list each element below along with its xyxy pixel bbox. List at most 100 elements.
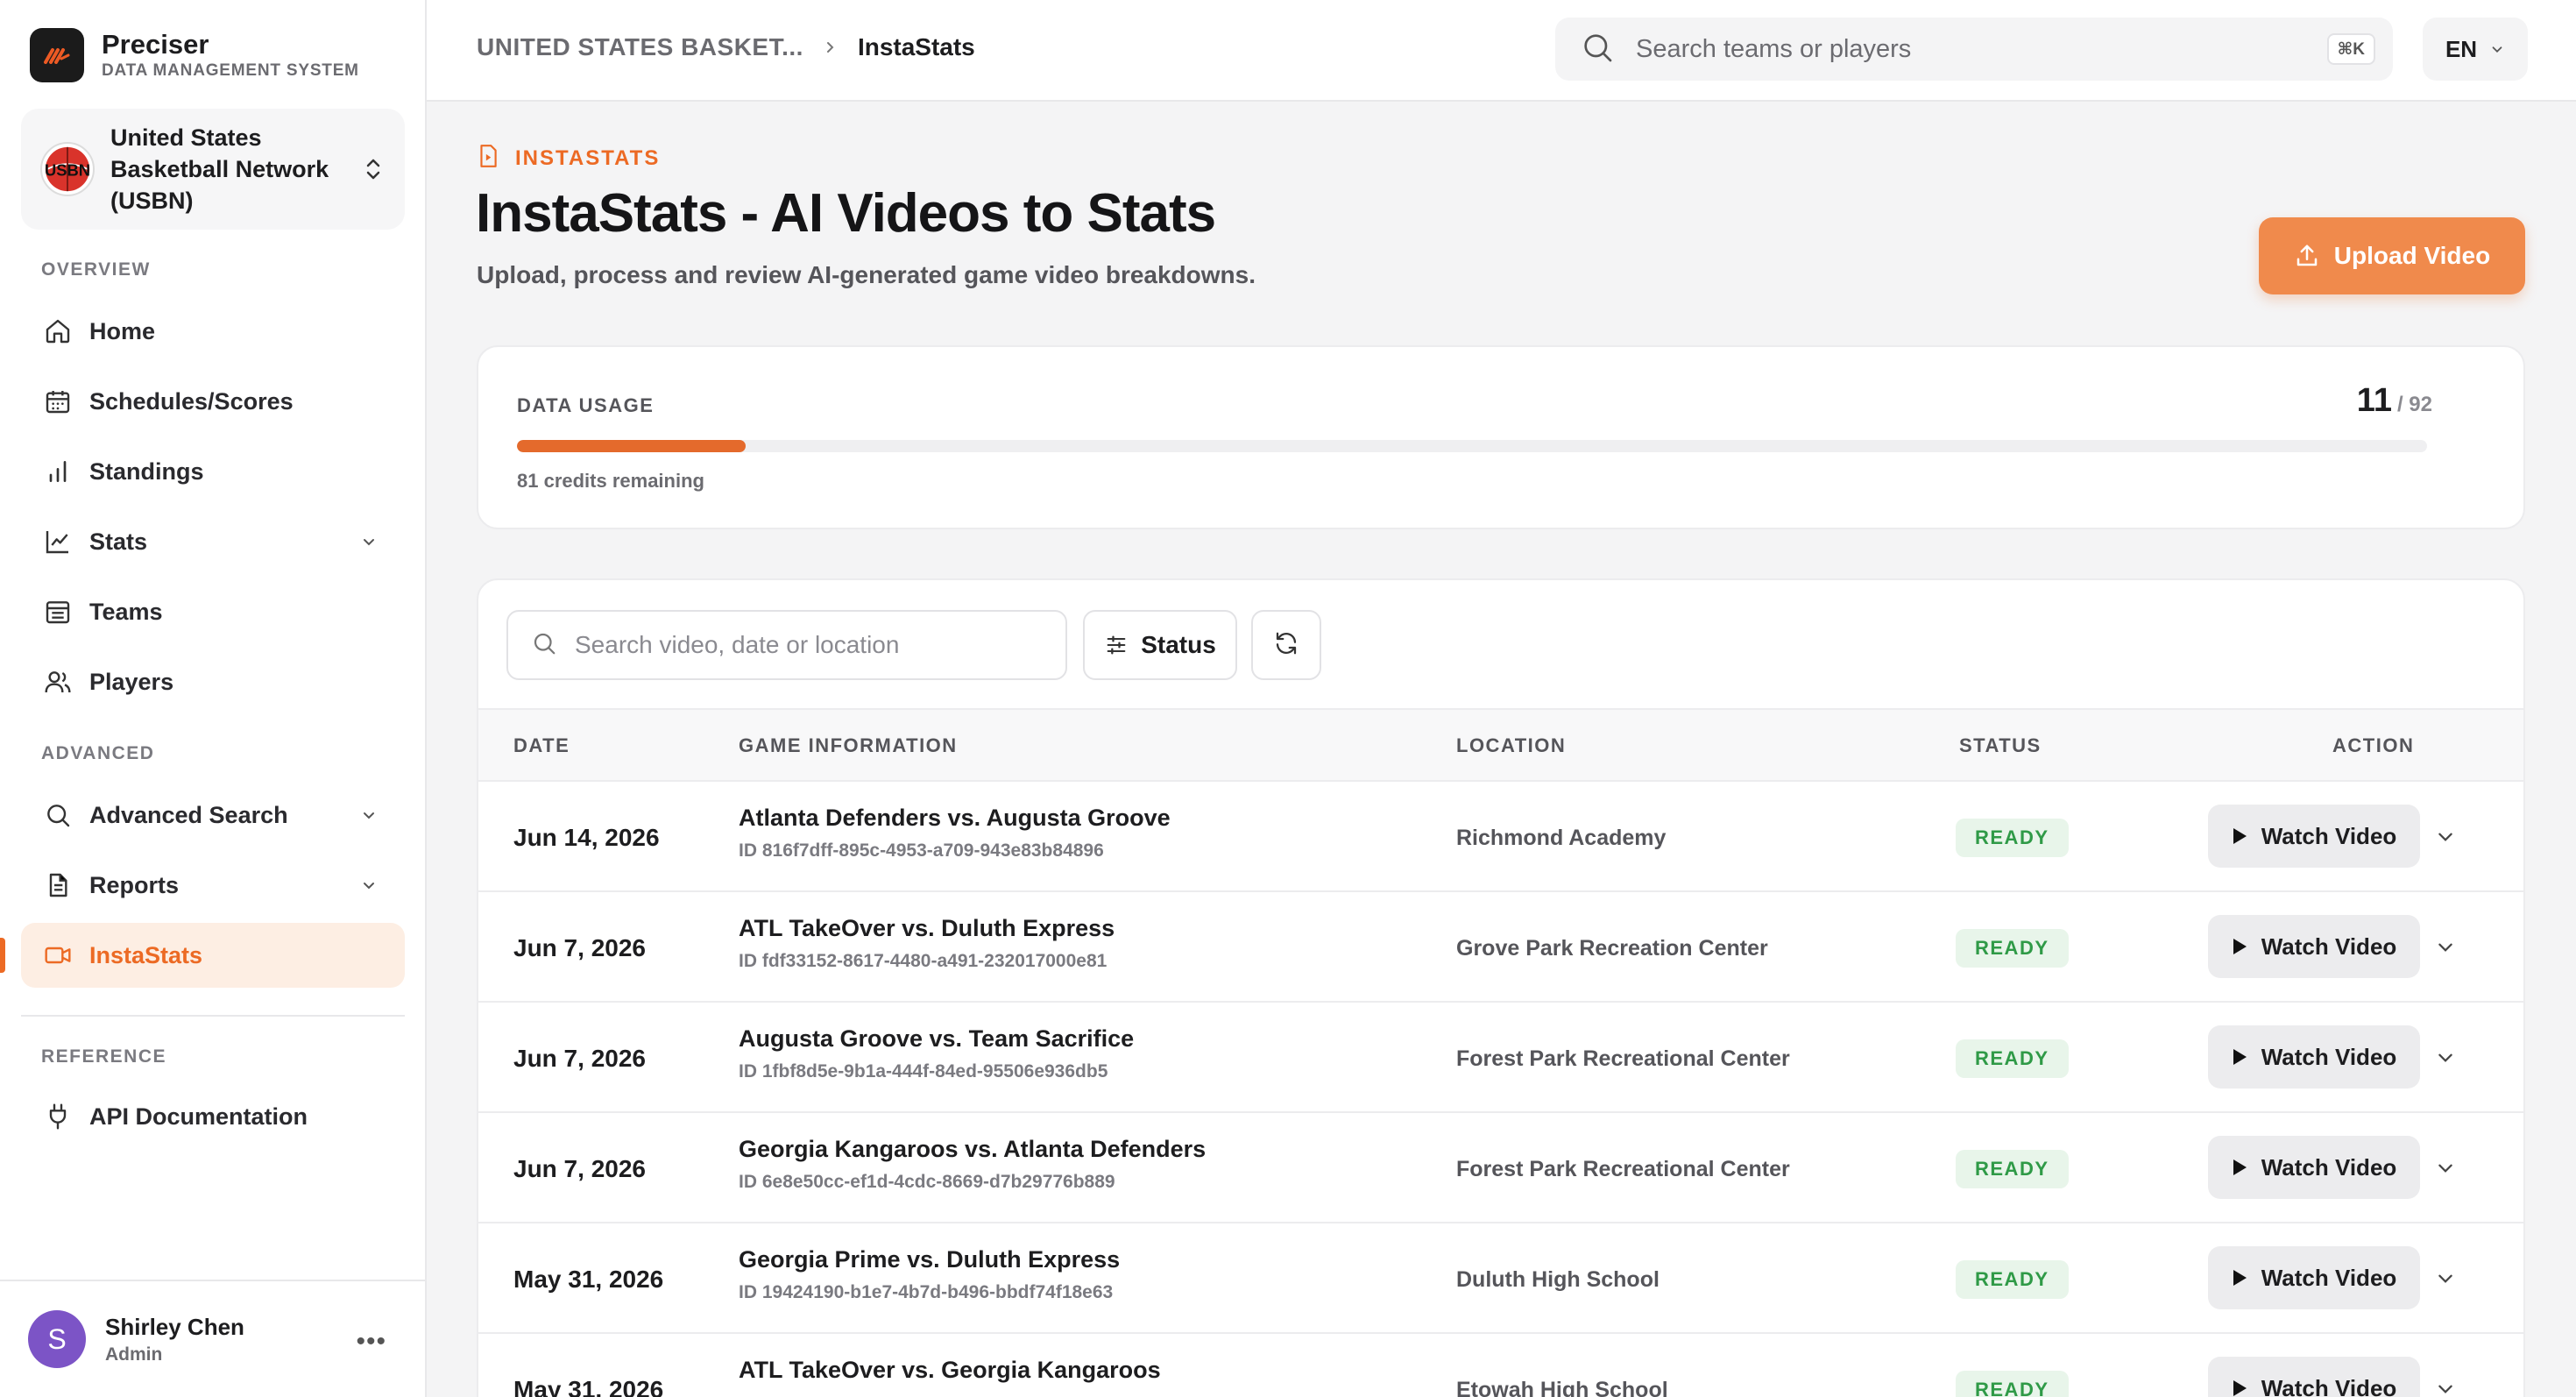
section-label-reference: REFERENCE [41,1046,167,1067]
bar-chart-icon [40,454,75,489]
chevron-down-icon[interactable] [2432,824,2459,850]
sidebar-item-label: Schedules/Scores [89,387,294,415]
chevron-down-icon [357,874,380,897]
table-row[interactable]: Jun 7, 2026 Georgia Kangaroos vs. Atlant… [478,1113,2523,1223]
row-date: Jun 7, 2026 [513,1045,646,1072]
sidebar-item-advanced-search[interactable]: Advanced Search [21,783,405,847]
refresh-icon [1273,630,1299,661]
sidebar-item-label: Players [89,668,174,695]
play-icon [2232,938,2247,955]
row-location: Forest Park Recreational Center [1456,1157,1790,1181]
chevron-up-down-icon [361,152,386,187]
chevron-right-icon [823,39,839,55]
chevron-down-icon [2489,41,2505,57]
table-row[interactable]: Jun 7, 2026 ATL TakeOver vs. Duluth Expr… [478,892,2523,1003]
row-location: Grove Park Recreation Center [1456,936,1768,961]
sidebar-item-label: Standings [89,457,204,485]
sidebar-divider [21,1015,405,1017]
row-game-title: Atlanta Defenders vs. Augusta Groove [739,805,1171,831]
user-profile[interactable]: S Shirley Chen Admin ••• [0,1280,425,1397]
breadcrumb-parent[interactable]: UNITED STATES BASKET... [477,33,803,61]
sidebar-item-stats[interactable]: Stats [21,509,405,574]
upload-video-button[interactable]: Upload Video [2259,217,2525,294]
data-usage-card: DATA USAGE 11 / 92 81 credits remaining [477,345,2525,529]
search-placeholder: Search teams or players [1636,34,1912,63]
org-name: United States Basketball Network (USBN) [110,124,329,214]
sidebar-item-label: API Documentation [89,1103,308,1130]
sidebar-item-players[interactable]: Players [21,649,405,714]
language-value: EN [2445,35,2478,62]
usage-progress-fill [517,440,746,452]
sidebar-item-standings[interactable]: Standings [21,439,405,504]
document-icon [40,868,75,903]
column-header-location[interactable]: LOCATION [1456,734,1566,757]
chevron-down-icon[interactable] [2432,1376,2459,1397]
watch-video-label: Watch Video [2261,1153,2397,1181]
global-search-input[interactable]: Search teams or players ⌘K [1555,18,2393,81]
sidebar-item-instastats[interactable]: InstaStats [21,923,405,988]
table-row[interactable]: Jun 14, 2026 Atlanta Defenders vs. Augus… [478,782,2523,892]
chevron-down-icon[interactable] [2432,1045,2459,1071]
status-badge: READY [1956,819,2069,857]
refresh-button[interactable] [1251,610,1321,680]
org-logo: USBN [40,142,95,196]
column-header-date[interactable]: DATE [513,734,570,757]
sidebar-item-teams[interactable]: Teams [21,579,405,644]
line-chart-icon [40,524,75,559]
play-icon [2232,1048,2247,1066]
table-row[interactable]: May 31, 2026 ATL TakeOver vs. Georgia Ka… [478,1334,2523,1397]
row-game-info: Atlanta Defenders vs. Augusta Groove ID … [739,805,1171,862]
page-title: InstaStats - AI Videos to Stats [476,183,1216,244]
sidebar-item-label: Advanced Search [89,801,288,828]
row-game-title: Georgia Kangaroos vs. Atlanta Defenders [739,1136,1207,1162]
watch-video-button[interactable]: Watch Video [2208,805,2420,868]
brand-subtitle: DATA MANAGEMENT SYSTEM [102,61,359,80]
table-row[interactable]: Jun 7, 2026 Augusta Groove vs. Team Sacr… [478,1003,2523,1113]
status-badge: READY [1956,1260,2069,1299]
status-badge: READY [1956,929,2069,968]
search-icon [1580,30,1615,69]
table-header: DATE GAME INFORMATION LOCATION STATUS AC… [478,708,2523,782]
watch-video-button[interactable]: Watch Video [2208,1246,2420,1309]
row-game-title: ATL TakeOver vs. Duluth Express [739,915,1115,941]
sidebar-item-label: Reports [89,871,180,898]
table-row[interactable]: May 31, 2026 Georgia Prime vs. Duluth Ex… [478,1223,2523,1334]
more-options-icon[interactable]: ••• [356,1327,386,1357]
watch-video-button[interactable]: Watch Video [2208,915,2420,978]
column-header-game[interactable]: GAME INFORMATION [739,734,958,757]
watch-video-button[interactable]: Watch Video [2208,1025,2420,1089]
data-usage-count: 11 / 92 [2357,382,2432,420]
sidebar-item-reports[interactable]: Reports [21,853,405,918]
watch-video-label: Watch Video [2261,1264,2397,1291]
org-switcher[interactable]: USBN United States Basketball Network (U… [21,109,405,230]
chevron-down-icon[interactable] [2432,1155,2459,1181]
video-search-input[interactable]: Search video, date or location [506,610,1067,680]
sidebar-item-schedules[interactable]: Schedules/Scores [21,369,405,434]
row-location: Duluth High School [1456,1267,1660,1292]
status-badge: READY [1956,1371,2069,1397]
language-select[interactable]: EN [2423,18,2528,81]
row-game-info: ATL TakeOver vs. Duluth Express ID fdf33… [739,915,1115,972]
chevron-down-icon [357,530,380,553]
users-icon [40,664,75,699]
chevron-down-icon[interactable] [2432,934,2459,961]
upload-icon [2294,243,2320,269]
row-game-info: Georgia Prime vs. Duluth Express ID 1942… [739,1246,1120,1303]
brand[interactable]: Preciser DATA MANAGEMENT SYSTEM [30,28,359,82]
sidebar-item-home[interactable]: Home [21,299,405,364]
chevron-down-icon[interactable] [2432,1266,2459,1292]
breadcrumb: UNITED STATES BASKET... InstaStats [477,33,975,61]
watch-video-button[interactable]: Watch Video [2208,1357,2420,1397]
row-game-title: Augusta Groove vs. Team Sacrifice [739,1025,1135,1052]
play-icon [2232,1269,2247,1287]
column-header-status[interactable]: STATUS [1959,734,2042,757]
row-date: May 31, 2026 [513,1266,664,1293]
credits-remaining: 81 credits remaining [517,470,704,492]
sidebar-item-api-documentation[interactable]: API Documentation [21,1084,405,1149]
row-location: Forest Park Recreational Center [1456,1046,1790,1071]
status-filter-button[interactable]: Status [1083,610,1237,680]
plug-icon [40,1099,75,1134]
eyebrow-label: INSTASTATS [515,145,661,170]
watch-video-button[interactable]: Watch Video [2208,1136,2420,1199]
section-label-advanced: ADVANCED [41,743,155,763]
